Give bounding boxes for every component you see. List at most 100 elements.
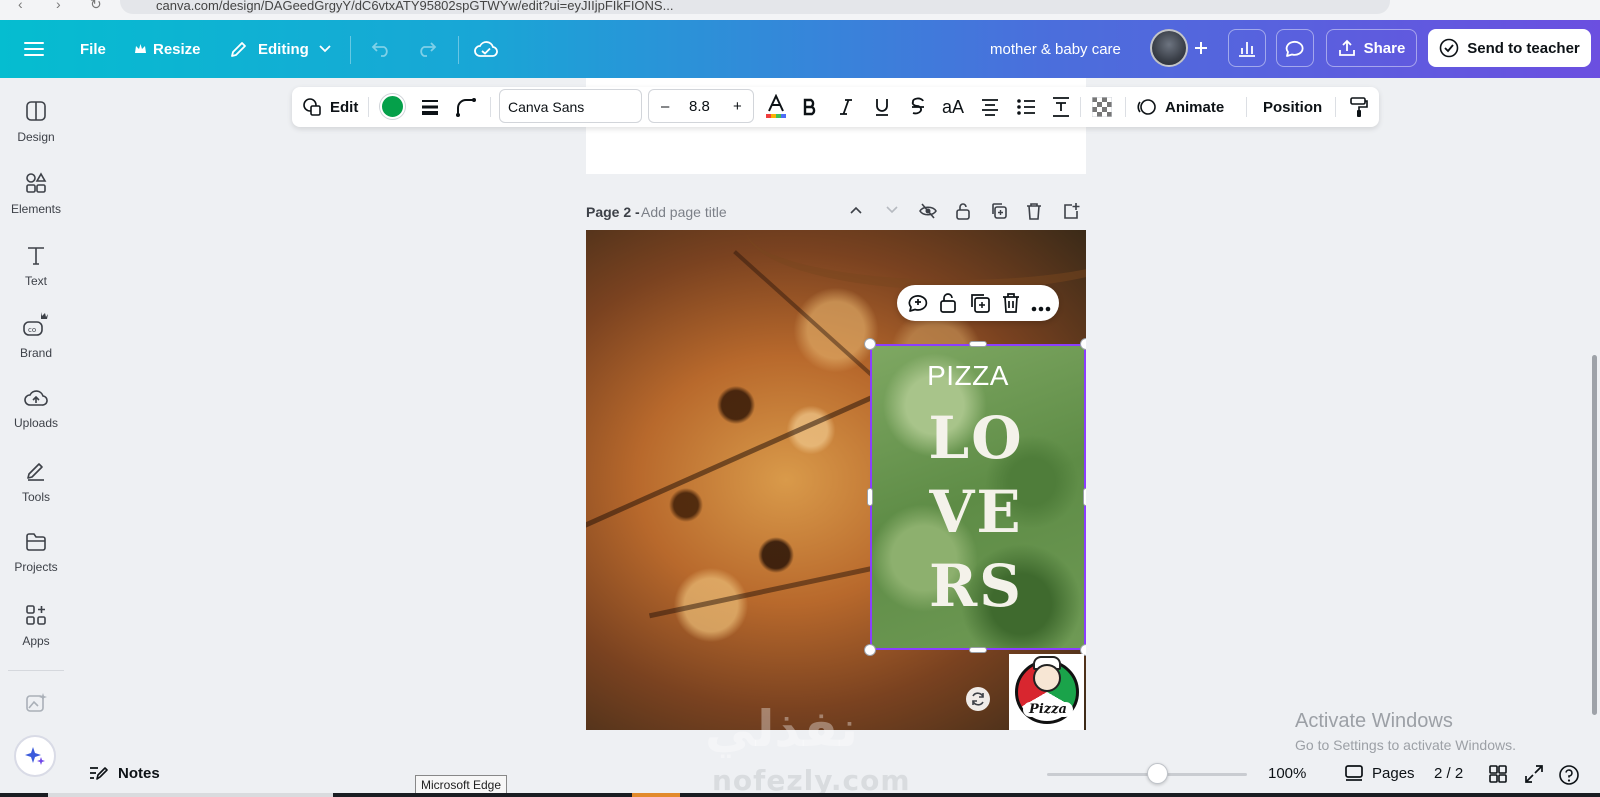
resize-handle[interactable] <box>864 644 876 656</box>
duplicate-page-icon[interactable] <box>990 202 1008 223</box>
pizza-logo[interactable]: Pizza <box>1009 654 1084 730</box>
sidebar-item-projects[interactable]: Projects <box>0 532 72 596</box>
comments-button[interactable] <box>1276 29 1314 67</box>
check-circle-icon <box>1439 38 1459 58</box>
underline-button[interactable] <box>874 87 890 127</box>
align-button[interactable] <box>980 87 1000 127</box>
hamburger-icon <box>24 42 44 56</box>
sidebar-item-brand[interactable]: co Brand <box>0 310 72 374</box>
resize-handle[interactable] <box>864 338 876 350</box>
sidebar-item-label: Tools <box>21 490 50 504</box>
undo-button[interactable] <box>371 20 391 78</box>
taskbar-app[interactable] <box>632 793 680 797</box>
svg-text:co: co <box>28 326 36 334</box>
spacing-button[interactable] <box>1051 87 1071 127</box>
add-collaborator-button[interactable] <box>1182 29 1220 67</box>
redo-button[interactable] <box>417 20 437 78</box>
border-weight-button[interactable] <box>420 87 440 127</box>
save-status-button[interactable] <box>474 20 498 78</box>
pages-icon <box>1345 765 1363 781</box>
letter-case-button[interactable]: aA <box>942 87 964 127</box>
bold-icon <box>803 98 816 116</box>
more-options-icon[interactable] <box>1031 299 1051 317</box>
help-icon[interactable] <box>1558 764 1580 791</box>
taskbar-app[interactable] <box>48 793 333 797</box>
notes-button[interactable]: Notes <box>88 764 160 782</box>
forward-icon[interactable]: › <box>56 0 61 12</box>
sidebar-item-label: Apps <box>22 634 50 648</box>
grid-view-icon[interactable] <box>1488 764 1508 789</box>
document-title[interactable]: mother & baby care <box>990 20 1121 78</box>
animate-label: Animate <box>1165 98 1225 116</box>
watermark-text: نفذلي <box>705 700 859 758</box>
sidebar-item-elements[interactable]: Elements <box>0 172 72 236</box>
address-bar[interactable]: canva.com/design/DAGeedGrgyY/dC6vtxATY95… <box>120 0 1390 14</box>
corner-rounding-button[interactable] <box>455 87 477 127</box>
list-button[interactable] <box>1016 87 1036 127</box>
element-context-toolbar <box>897 285 1059 321</box>
text-color-swatch[interactable] <box>380 94 405 119</box>
fullscreen-icon[interactable] <box>1524 764 1544 789</box>
font-family-select[interactable]: Canva Sans <box>499 89 642 123</box>
menu-button[interactable] <box>24 20 44 78</box>
resize-handle[interactable] <box>969 341 987 347</box>
lock-page-icon[interactable] <box>955 202 971 223</box>
resize-handle[interactable] <box>969 647 987 653</box>
chevron-up-icon[interactable] <box>848 202 864 221</box>
chef-icon <box>1033 664 1061 692</box>
zoom-percentage[interactable]: 100% <box>1268 765 1306 782</box>
font-color-icon <box>766 94 786 118</box>
page-title-input[interactable]: Add page title <box>641 204 727 220</box>
delete-page-icon[interactable] <box>1026 202 1042 223</box>
sidebar-item-label: Elements <box>10 202 62 216</box>
bold-button[interactable] <box>802 87 818 127</box>
text-color-button[interactable] <box>764 87 788 127</box>
file-menu[interactable]: File <box>80 20 106 78</box>
resize-handle[interactable] <box>1080 338 1086 350</box>
send-to-teacher-button[interactable]: Send to teacher <box>1428 29 1591 67</box>
tools-icon <box>27 463 44 481</box>
position-button[interactable]: Position <box>1263 87 1322 127</box>
taskbar-tooltip: Microsoft Edge <box>415 775 508 795</box>
vertical-scrollbar[interactable] <box>1592 355 1597 715</box>
send-label: Send to teacher <box>1467 39 1580 57</box>
duplicate-icon[interactable] <box>969 292 991 319</box>
share-button[interactable]: Share <box>1326 29 1417 67</box>
add-page-icon[interactable] <box>1062 202 1080 223</box>
elements-icon <box>26 172 47 193</box>
zoom-slider-handle[interactable] <box>1146 763 1168 784</box>
editing-mode-button[interactable]: Editing <box>230 20 331 78</box>
lock-icon[interactable] <box>939 292 957 319</box>
animate-button[interactable]: Animate <box>1137 87 1224 127</box>
sidebar-item-uploads[interactable]: Uploads <box>0 388 72 452</box>
font-size-increase[interactable]: + <box>733 98 742 115</box>
italic-button[interactable] <box>838 87 854 127</box>
chevron-down-icon[interactable] <box>884 202 900 221</box>
reload-icon[interactable]: ↻ <box>90 0 102 13</box>
transparency-button[interactable] <box>1092 87 1112 127</box>
font-size-value[interactable]: 8.8 <box>689 98 710 115</box>
insights-button[interactable] <box>1228 29 1266 67</box>
comment-add-icon[interactable] <box>907 292 929 319</box>
font-size-stepper[interactable]: – 8.8 + <box>648 89 754 123</box>
sidebar-item-design[interactable]: Design <box>0 100 72 164</box>
editing-label: Editing <box>258 40 309 58</box>
pages-button[interactable]: Pages <box>1344 764 1415 782</box>
strikethrough-button[interactable] <box>910 87 926 127</box>
sidebar-item-tools[interactable]: Tools <box>0 460 72 524</box>
resize-handle[interactable] <box>867 488 873 506</box>
sidebar-item-text[interactable]: Text <box>0 244 72 308</box>
magic-assistant-button[interactable] <box>14 735 56 777</box>
edit-button[interactable]: Edit <box>302 87 358 127</box>
toolbar-divider <box>1125 97 1126 117</box>
back-icon[interactable]: ‹ <box>18 0 23 12</box>
copy-style-button[interactable] <box>1349 87 1369 127</box>
resize-button[interactable]: Resize <box>134 20 201 78</box>
replace-image-button[interactable] <box>966 687 990 711</box>
hide-page-icon[interactable] <box>918 202 938 223</box>
sidebar-item-apps[interactable]: Apps <box>0 604 72 668</box>
font-size-decrease[interactable]: – <box>661 98 669 115</box>
trash-icon[interactable] <box>1001 292 1021 319</box>
resize-handle[interactable] <box>1083 488 1086 506</box>
left-sidebar: Design Elements Text co Brand Uploads To… <box>0 78 72 797</box>
